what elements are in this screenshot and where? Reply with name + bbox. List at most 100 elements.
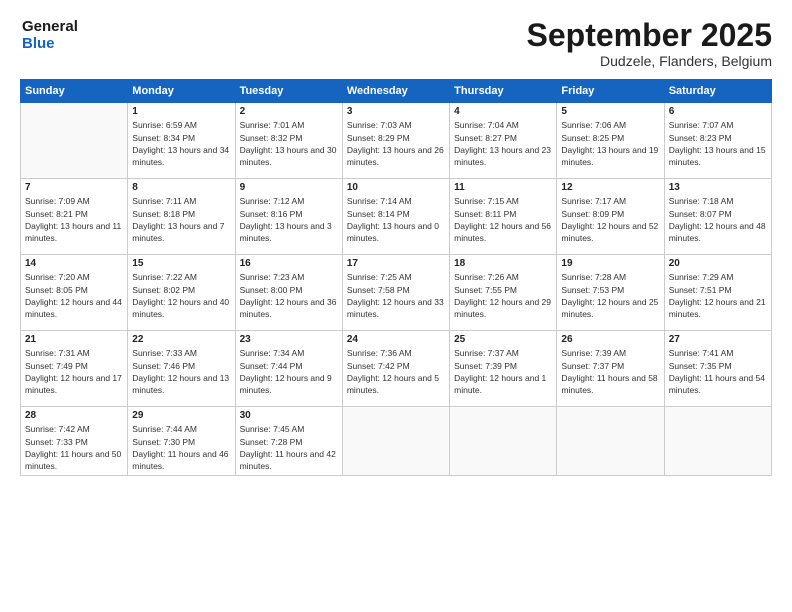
day-number: 27 [669,334,767,345]
day-info: Sunrise: 7:03 AMSunset: 8:29 PMDaylight:… [347,119,445,168]
day-cell: 8 Sunrise: 7:11 AMSunset: 8:18 PMDaylight… [128,179,235,255]
day-info: Sunrise: 7:37 AMSunset: 7:39 PMDaylight:… [454,347,552,396]
day-info: Sunrise: 7:18 AMSunset: 8:07 PMDaylight:… [669,195,767,244]
day-info: Sunrise: 6:59 AMSunset: 8:34 PMDaylight:… [132,119,230,168]
day-info: Sunrise: 7:28 AMSunset: 7:53 PMDaylight:… [561,271,659,320]
day-cell [450,407,557,476]
day-info: Sunrise: 7:44 AMSunset: 7:30 PMDaylight:… [132,423,230,472]
day-info: Sunrise: 7:26 AMSunset: 7:55 PMDaylight:… [454,271,552,320]
calendar-table: SundayMondayTuesdayWednesdayThursdayFrid… [20,79,772,476]
day-info: Sunrise: 7:09 AMSunset: 8:21 PMDaylight:… [25,195,123,244]
day-number: 29 [132,410,230,421]
day-number: 18 [454,258,552,269]
day-cell: 7 Sunrise: 7:09 AMSunset: 8:21 PMDaylight… [21,179,128,255]
logo-blue-text: Blue [22,35,78,52]
day-info: Sunrise: 7:29 AMSunset: 7:51 PMDaylight:… [669,271,767,320]
day-cell: 11Sunrise: 7:15 AMSunset: 8:11 PMDayligh… [450,179,557,255]
day-number: 15 [132,258,230,269]
day-info: Sunrise: 7:39 AMSunset: 7:37 PMDaylight:… [561,347,659,396]
day-info: Sunrise: 7:42 AMSunset: 7:33 PMDaylight:… [25,423,123,472]
header: General Blue September 2025 Dudzele, Fla… [20,18,772,69]
month-title: September 2025 [527,18,772,53]
day-info: Sunrise: 7:06 AMSunset: 8:25 PMDaylight:… [561,119,659,168]
col-header-saturday: Saturday [664,80,771,103]
day-cell: 28Sunrise: 7:42 AMSunset: 7:33 PMDayligh… [21,407,128,476]
week-row-1: 1 Sunrise: 6:59 AMSunset: 8:34 PMDaylight… [21,103,772,179]
day-cell: 22Sunrise: 7:33 AMSunset: 7:46 PMDayligh… [128,331,235,407]
col-header-thursday: Thursday [450,80,557,103]
day-number: 12 [561,182,659,193]
day-cell: 2 Sunrise: 7:01 AMSunset: 8:32 PMDaylight… [235,103,342,179]
day-info: Sunrise: 7:14 AMSunset: 8:14 PMDaylight:… [347,195,445,244]
location: Dudzele, Flanders, Belgium [527,53,772,69]
day-number: 14 [25,258,123,269]
day-cell: 29 Sunrise: 7:44 AMSunset: 7:30 PMDayligh… [128,407,235,476]
day-number: 7 [25,182,123,193]
day-number: 21 [25,334,123,345]
day-cell [557,407,664,476]
day-cell: 30 Sunrise: 7:45 AMSunset: 7:28 PMDayligh… [235,407,342,476]
day-number: 30 [240,410,338,421]
day-cell: 16 Sunrise: 7:23 AMSunset: 8:00 PMDayligh… [235,255,342,331]
week-row-3: 14Sunrise: 7:20 AMSunset: 8:05 PMDayligh… [21,255,772,331]
day-info: Sunrise: 7:01 AMSunset: 8:32 PMDaylight:… [240,119,338,168]
day-cell: 17Sunrise: 7:25 AMSunset: 7:58 PMDayligh… [342,255,449,331]
day-cell: 20 Sunrise: 7:29 AMSunset: 7:51 PMDayligh… [664,255,771,331]
day-cell: 25Sunrise: 7:37 AMSunset: 7:39 PMDayligh… [450,331,557,407]
day-cell: 9Sunrise: 7:12 AMSunset: 8:16 PMDaylight… [235,179,342,255]
day-number: 22 [132,334,230,345]
day-info: Sunrise: 7:17 AMSunset: 8:09 PMDaylight:… [561,195,659,244]
day-info: Sunrise: 7:34 AMSunset: 7:44 PMDaylight:… [240,347,338,396]
day-cell: 21Sunrise: 7:31 AMSunset: 7:49 PMDayligh… [21,331,128,407]
day-cell [342,407,449,476]
day-cell: 23 Sunrise: 7:34 AMSunset: 7:44 PMDayligh… [235,331,342,407]
day-number: 13 [669,182,767,193]
day-number: 3 [347,106,445,117]
day-cell: 10 Sunrise: 7:14 AMSunset: 8:14 PMDayligh… [342,179,449,255]
logo-general-text: General [22,18,78,35]
day-cell: 24Sunrise: 7:36 AMSunset: 7:42 PMDayligh… [342,331,449,407]
day-cell [664,407,771,476]
day-number: 2 [240,106,338,117]
day-number: 26 [561,334,659,345]
col-header-tuesday: Tuesday [235,80,342,103]
day-info: Sunrise: 7:25 AMSunset: 7:58 PMDaylight:… [347,271,445,320]
day-number: 4 [454,106,552,117]
col-header-monday: Monday [128,80,235,103]
day-number: 1 [132,106,230,117]
day-number: 23 [240,334,338,345]
day-cell: 6 Sunrise: 7:07 AMSunset: 8:23 PMDaylight… [664,103,771,179]
day-cell: 5 Sunrise: 7:06 AMSunset: 8:25 PMDaylight… [557,103,664,179]
day-cell: 14Sunrise: 7:20 AMSunset: 8:05 PMDayligh… [21,255,128,331]
day-cell: 12 Sunrise: 7:17 AMSunset: 8:09 PMDayligh… [557,179,664,255]
week-row-5: 28Sunrise: 7:42 AMSunset: 7:33 PMDayligh… [21,407,772,476]
day-number: 5 [561,106,659,117]
day-number: 20 [669,258,767,269]
day-cell: 26 Sunrise: 7:39 AMSunset: 7:37 PMDayligh… [557,331,664,407]
day-cell: 27 Sunrise: 7:41 AMSunset: 7:35 PMDayligh… [664,331,771,407]
week-row-2: 7 Sunrise: 7:09 AMSunset: 8:21 PMDaylight… [21,179,772,255]
day-number: 11 [454,182,552,193]
day-info: Sunrise: 7:11 AMSunset: 8:18 PMDaylight:… [132,195,230,244]
col-header-wednesday: Wednesday [342,80,449,103]
day-info: Sunrise: 7:36 AMSunset: 7:42 PMDaylight:… [347,347,445,396]
day-info: Sunrise: 7:07 AMSunset: 8:23 PMDaylight:… [669,119,767,168]
day-cell: 19 Sunrise: 7:28 AMSunset: 7:53 PMDayligh… [557,255,664,331]
day-info: Sunrise: 7:23 AMSunset: 8:00 PMDaylight:… [240,271,338,320]
day-number: 16 [240,258,338,269]
day-cell [21,103,128,179]
day-cell: 15 Sunrise: 7:22 AMSunset: 8:02 PMDayligh… [128,255,235,331]
day-cell: 3 Sunrise: 7:03 AMSunset: 8:29 PMDaylight… [342,103,449,179]
day-number: 6 [669,106,767,117]
day-info: Sunrise: 7:41 AMSunset: 7:35 PMDaylight:… [669,347,767,396]
col-header-friday: Friday [557,80,664,103]
day-info: Sunrise: 7:22 AMSunset: 8:02 PMDaylight:… [132,271,230,320]
day-number: 9 [240,182,338,193]
day-info: Sunrise: 7:04 AMSunset: 8:27 PMDaylight:… [454,119,552,168]
day-info: Sunrise: 7:45 AMSunset: 7:28 PMDaylight:… [240,423,338,472]
day-number: 10 [347,182,445,193]
week-row-4: 21Sunrise: 7:31 AMSunset: 7:49 PMDayligh… [21,331,772,407]
day-number: 19 [561,258,659,269]
day-number: 8 [132,182,230,193]
col-header-sunday: Sunday [21,80,128,103]
